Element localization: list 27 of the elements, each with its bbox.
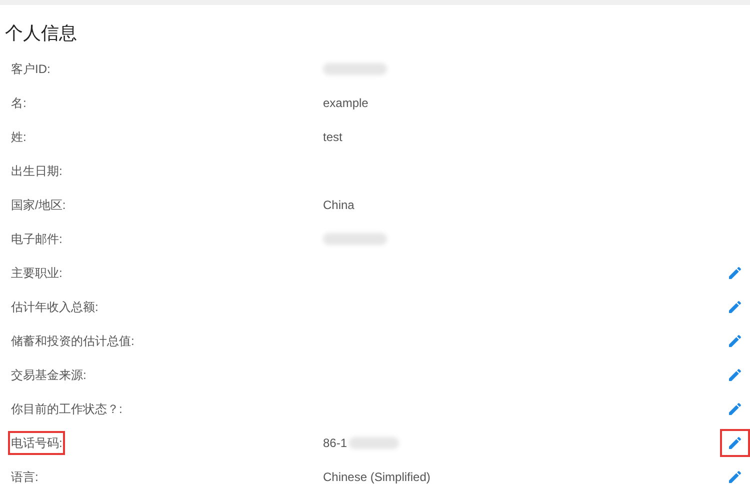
field-label: 国家/地区: [10, 197, 67, 214]
field-label: 主要职业: [10, 265, 64, 282]
pencil-icon [727, 367, 743, 383]
field-value: example [323, 96, 368, 110]
field-label: 你目前的工作状态？: [10, 401, 124, 418]
field-label: 估计年收入总额: [10, 299, 100, 316]
pencil-icon [727, 401, 743, 417]
field-value: 86-1 [323, 436, 348, 450]
field-label: 电话号码: [8, 431, 66, 455]
section-title: 个人信息 [5, 22, 78, 45]
pencil-icon [727, 299, 743, 315]
field-label: 名: [10, 95, 28, 112]
field-label: 电子邮件: [10, 231, 64, 248]
field-label: 出生日期: [10, 163, 64, 180]
pencil-icon [727, 435, 743, 451]
field-value: test [323, 130, 342, 144]
pencil-icon [727, 469, 743, 485]
field-label: 交易基金来源: [10, 367, 88, 384]
pencil-icon [727, 265, 743, 281]
field-label: 姓: [10, 129, 28, 146]
pencil-icon [727, 333, 743, 349]
field-label: 储蓄和投资的估计总值: [10, 333, 136, 350]
field-value: Chinese (Simplified) [323, 470, 430, 484]
field-value: China [323, 198, 354, 212]
field-label: 客户ID: [10, 61, 52, 78]
edit-button[interactable] [720, 429, 750, 457]
field-label: 语言: [10, 469, 40, 486]
